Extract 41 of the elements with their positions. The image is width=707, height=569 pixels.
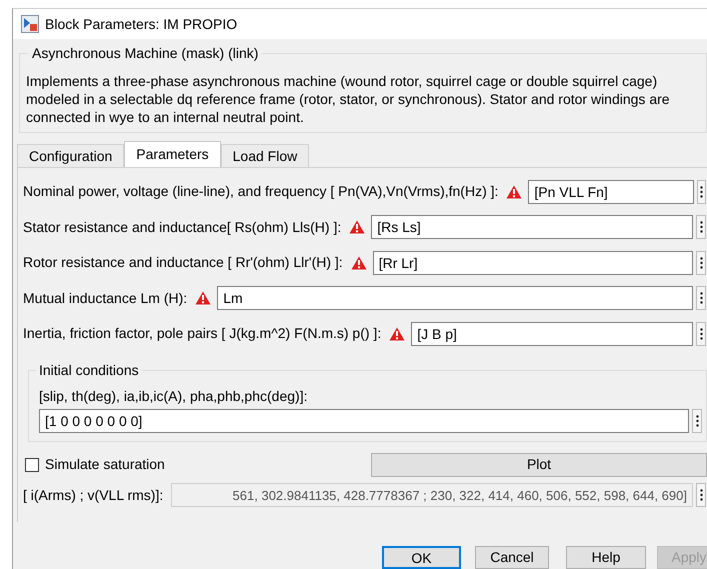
more-options-button[interactable] [697, 180, 706, 204]
field-label: [slip, th(deg), ia,ib,ic(A), pha,phb,phc(deg)]: [39, 386, 308, 404]
group-title: Initial conditions [36, 362, 142, 378]
description-text: Implements a three-phase asynchronous machine (wound rotor, squirrel cage or double squirrel cage) modeled in a selectable dq reference frame (rotor, stator, or synchronous). Stator and rotor windings are connected in wye to an internal neutral point. [25, 72, 671, 126]
plot-button[interactable]: Plot [371, 452, 707, 476]
field-label: Stator resistance and inductance[ Rs(ohm) Lls(H) ]: [23, 218, 342, 237]
checkbox-label: Simulate saturation [45, 455, 165, 474]
tab[interactable]: Parameters [124, 141, 221, 167]
vertical-dots-icon [700, 292, 702, 304]
vertical-dots-icon [700, 328, 702, 340]
more-options-button[interactable] [696, 250, 706, 275]
group-title: Asynchronous Machine (mask) (link) [28, 45, 262, 61]
block-icon [21, 15, 39, 33]
field-label: Mutual inductance Lm (H): [23, 288, 188, 308]
field-label: Rotor resistance and inductance [ Rr'(ohm) Llr'(H) ]: [23, 253, 343, 272]
input-field[interactable]: [Rr Lr] [372, 250, 693, 275]
more-options-button[interactable] [696, 322, 706, 346]
dialog-button[interactable]: Cancel [475, 546, 549, 569]
vertical-dots-icon [696, 414, 698, 426]
more-options-button[interactable] [696, 286, 706, 310]
window-title: Block Parameters: IM PROPIO [45, 14, 238, 34]
tab[interactable]: Load Flow [220, 144, 310, 167]
tab[interactable]: Configuration [17, 144, 124, 167]
vertical-dots-icon [700, 256, 702, 269]
vertical-dots-icon [700, 221, 702, 234]
checkbox[interactable] [25, 458, 39, 472]
vertical-dots-icon [700, 186, 704, 198]
more-options-button[interactable] [696, 483, 706, 508]
field-label: Nominal power, voltage (line-line), and frequency [ Pn(VA),Vn(Vrms),fn(Hz) ]: [23, 182, 498, 202]
input-field[interactable]: [Rs Ls] [371, 215, 693, 240]
more-options-button[interactable] [696, 215, 706, 240]
input-field[interactable]: Lm [217, 286, 693, 310]
vertical-dots-icon [700, 489, 702, 502]
dialog-button[interactable]: Help [566, 546, 646, 569]
field-label: [ i(Arms) ; v(VLL rms)]: [23, 486, 164, 505]
more-options-button[interactable] [692, 408, 702, 432]
dialog-button[interactable]: OK [382, 546, 461, 569]
field-label: Inertia, friction factor, pole pairs [ J(kg.m^2) F(N.m.s) p() ]: [23, 324, 382, 344]
input-field[interactable]: [Pn VLL Fn] [528, 180, 694, 204]
input-field[interactable]: [J B p] [411, 322, 693, 346]
input-field[interactable]: [1 0 0 0 0 0 0 0] [39, 408, 689, 432]
